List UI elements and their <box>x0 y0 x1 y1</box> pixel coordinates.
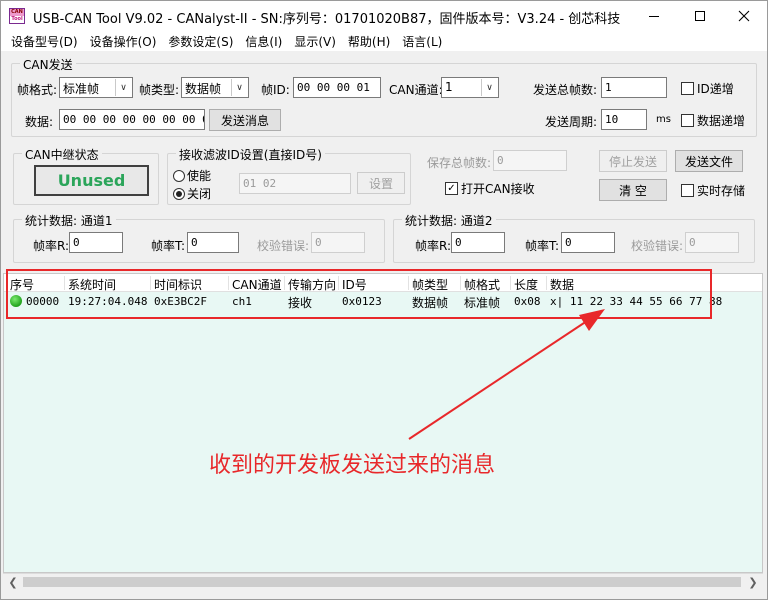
menu-device-model[interactable]: 设备型号(D) <box>5 33 84 50</box>
stats-channel1-title: 统计数据: 通道1 <box>22 212 116 229</box>
data-increment-checkbox[interactable]: 数据递增 <box>681 112 745 129</box>
send-file-button[interactable]: 发送文件 <box>675 150 743 172</box>
window-title: USB-CAN Tool V9.02 - CANalyst-II - SN:序列… <box>33 12 621 27</box>
data-input[interactable]: 00 00 00 00 00 00 00 00 <box>59 109 205 130</box>
ch1-rate-t-value: 0 <box>187 232 239 253</box>
ch2-rate-r-value: 0 <box>451 232 505 253</box>
menu-help[interactable]: 帮助(H) <box>342 33 396 50</box>
maximize-icon <box>695 11 705 21</box>
period-unit-label: ms <box>656 114 671 125</box>
receive-filter-group-title: 接收滤波ID设置(直接ID号) <box>176 146 325 163</box>
scrollbar-thumb[interactable] <box>23 577 741 587</box>
ch2-check-error-label: 校验错误: <box>631 239 684 253</box>
scroll-left-icon[interactable]: ❮ <box>5 575 21 589</box>
send-message-button[interactable]: 发送消息 <box>209 109 281 131</box>
ch1-rate-r-label: 帧率R: <box>33 239 70 253</box>
send-period-input[interactable]: 10 <box>601 109 647 130</box>
close-icon <box>738 10 750 22</box>
save-total-frames-input[interactable]: 0 <box>493 150 567 171</box>
realtime-save-checkbox[interactable]: 实时存储 <box>681 182 745 199</box>
annotation-highlight-box <box>6 269 712 319</box>
can-relay-group-title: CAN中继状态 <box>22 146 102 163</box>
frame-format-select[interactable]: 标准帧 ∨ <box>59 77 133 98</box>
chevron-down-icon: ∨ <box>115 79 131 96</box>
data-label: 数据: <box>25 115 54 129</box>
filter-id-input[interactable]: 01 02 <box>239 173 351 194</box>
frame-format-label: 帧格式: <box>17 83 58 97</box>
open-can-receive-checkbox[interactable]: ✓ 打开CAN接收 <box>445 180 535 197</box>
minimize-button[interactable] <box>631 1 677 31</box>
save-total-frames-label: 保存总帧数: <box>427 156 492 170</box>
total-frames-label: 发送总帧数: <box>533 83 598 97</box>
menu-info[interactable]: 信息(I) <box>239 33 288 50</box>
can-channel-label: CAN通道: <box>389 83 443 97</box>
app-window: CAN Tool USB-CAN Tool V9.02 - CANalyst-I… <box>0 0 768 600</box>
frame-type-label: 帧类型: <box>139 83 180 97</box>
filter-disable-radio[interactable]: 关闭 <box>173 185 211 202</box>
horizontal-scrollbar[interactable]: ❮ ❯ <box>3 573 763 590</box>
can-channel-select[interactable]: 1 ∨ <box>441 77 499 98</box>
menu-display[interactable]: 显示(V) <box>288 33 342 50</box>
annotation-text: 收到的开发板发送过来的消息 <box>209 453 496 478</box>
send-period-label: 发送周期: <box>545 115 598 129</box>
app-logo-icon: CAN Tool <box>9 8 25 24</box>
minimize-icon <box>649 15 659 17</box>
id-increment-checkbox[interactable]: ID递增 <box>681 80 734 97</box>
filter-set-button[interactable]: 设置 <box>357 172 405 194</box>
frame-type-select[interactable]: 数据帧 ∨ <box>181 77 249 98</box>
relay-status-indicator: Unused <box>34 165 149 196</box>
maximize-button[interactable] <box>677 1 723 31</box>
frame-id-label: 帧ID: <box>261 83 290 97</box>
ch1-rate-t-label: 帧率T: <box>151 239 186 253</box>
menu-bar: 设备型号(D) 设备操作(O) 参数设定(S) 信息(I) 显示(V) 帮助(H… <box>1 31 767 51</box>
ch2-rate-r-label: 帧率R: <box>415 239 452 253</box>
ch2-rate-t-value: 0 <box>561 232 615 253</box>
ch1-rate-r-value: 0 <box>69 232 123 253</box>
frame-id-input[interactable]: 00 00 00 01 <box>293 77 381 98</box>
close-button[interactable] <box>721 1 767 31</box>
chevron-down-icon: ∨ <box>231 79 247 96</box>
menu-parameter-settings[interactable]: 参数设定(S) <box>162 33 239 50</box>
clear-button[interactable]: 清 空 <box>599 179 667 201</box>
can-send-group-title: CAN发送 <box>20 56 76 73</box>
scroll-right-icon[interactable]: ❯ <box>745 575 761 589</box>
total-frames-input[interactable]: 1 <box>601 77 667 98</box>
ch1-check-error-value: 0 <box>311 232 365 253</box>
stop-send-button[interactable]: 停止发送 <box>599 150 667 172</box>
menu-language[interactable]: 语言(L) <box>396 33 448 50</box>
filter-enable-radio[interactable]: 使能 <box>173 167 211 184</box>
ch2-check-error-value: 0 <box>685 232 739 253</box>
stats-channel2-title: 统计数据: 通道2 <box>402 212 496 229</box>
menu-device-operation[interactable]: 设备操作(O) <box>84 33 163 50</box>
chevron-down-icon: ∨ <box>481 79 497 96</box>
title-bar[interactable]: CAN Tool USB-CAN Tool V9.02 - CANalyst-I… <box>1 1 767 31</box>
ch1-check-error-label: 校验错误: <box>257 239 310 253</box>
ch2-rate-t-label: 帧率T: <box>525 239 560 253</box>
